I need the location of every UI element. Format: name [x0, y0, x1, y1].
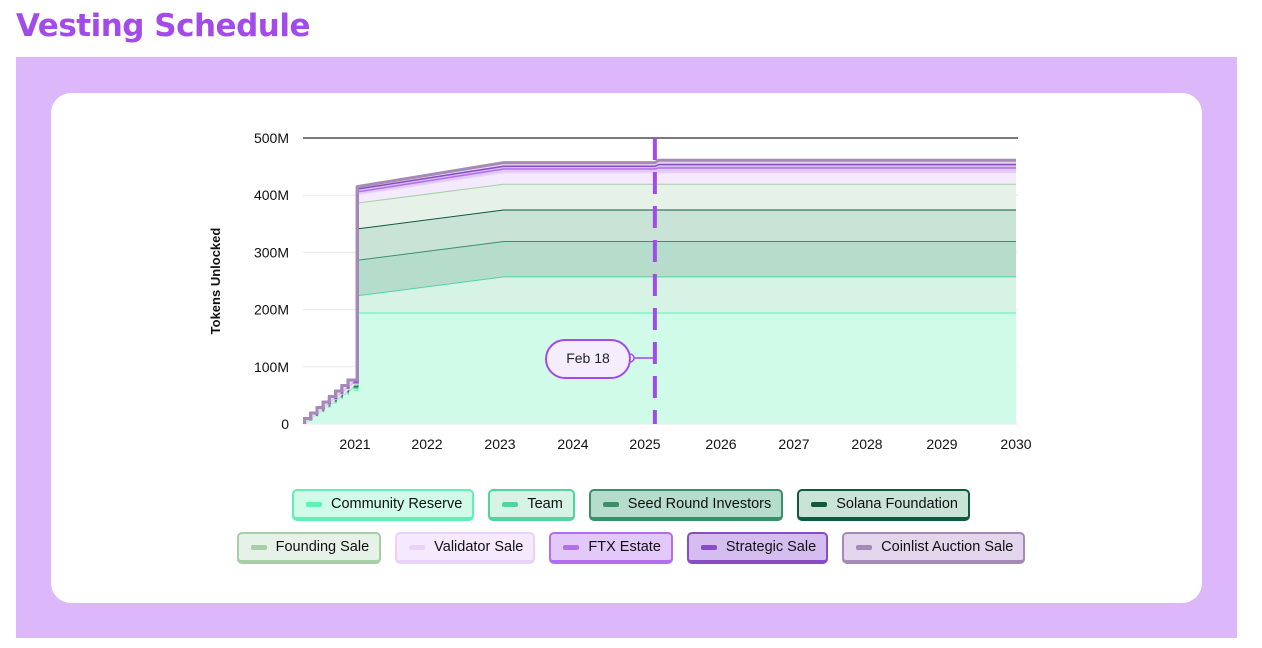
legend-swatch: [250, 544, 267, 550]
y-tick-label: 0: [281, 416, 289, 432]
legend-swatch: [563, 544, 580, 550]
legend-swatch: [409, 544, 426, 550]
x-tick-label: 2027: [778, 436, 809, 452]
x-tick-label: 2021: [339, 436, 370, 452]
y-tick-label: 100M: [254, 359, 289, 375]
series-area-community-reserve: [304, 312, 1017, 424]
x-tick-label: 2029: [926, 436, 957, 452]
legend-label: Community Reserve: [330, 496, 463, 512]
legend-label: Strategic Sale: [725, 539, 817, 555]
x-tick-label: 2030: [1000, 436, 1031, 452]
legend-item[interactable]: Strategic Sale: [686, 532, 829, 564]
x-tick-label: 2023: [484, 436, 515, 452]
legend-swatch: [811, 501, 828, 507]
legend-label: Seed Round Investors: [627, 496, 772, 512]
y-tick-label: 500M: [254, 130, 289, 146]
legend-label: Coinlist Auction Sale: [881, 539, 1014, 555]
legend-swatch: [856, 544, 873, 550]
legend-item[interactable]: Coinlist Auction Sale: [842, 532, 1026, 564]
marker-label: Feb 18: [566, 350, 610, 366]
legend-item[interactable]: Team: [488, 489, 575, 521]
legend-label: Founding Sale: [275, 539, 370, 555]
legend-swatch: [602, 501, 619, 507]
legend-label: FTX Estate: [588, 539, 661, 555]
y-axis-label: Tokens Unlocked: [208, 228, 223, 335]
x-tick-label: 2024: [557, 436, 588, 452]
legend-item[interactable]: FTX Estate: [549, 532, 673, 564]
legend-item[interactable]: Seed Round Investors: [588, 489, 784, 521]
legend-item[interactable]: Solana Foundation: [797, 489, 971, 521]
x-tick-label: 2022: [411, 436, 442, 452]
legend-label: Validator Sale: [434, 539, 524, 555]
legend-item[interactable]: Founding Sale: [236, 532, 382, 564]
y-tick-label: 400M: [254, 187, 289, 203]
y-tick-label: 300M: [254, 244, 289, 260]
x-tick-label: 2025: [629, 436, 660, 452]
legend-item[interactable]: Community Reserve: [291, 489, 475, 521]
legend-label: Solana Foundation: [836, 496, 959, 512]
legend-row-2: Founding Sale Validator Sale FTX Estate Str…: [0, 532, 1262, 564]
legend-row-1: Community Reserve Team Seed Round Investor…: [0, 489, 1262, 521]
legend-swatch: [502, 501, 519, 507]
legend-label: Team: [527, 496, 563, 512]
legend-item[interactable]: Validator Sale: [395, 532, 536, 564]
y-tick-label: 200M: [254, 302, 289, 318]
x-tick-label: 2028: [851, 436, 882, 452]
legend-swatch: [305, 501, 322, 507]
x-tick-label: 2026: [705, 436, 736, 452]
legend-swatch: [700, 544, 717, 550]
